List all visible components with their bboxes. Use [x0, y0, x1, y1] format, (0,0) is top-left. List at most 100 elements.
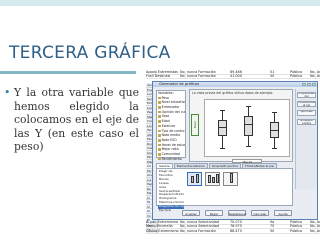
chart-canvas[interactable]: La vista previa del gráfico utiliza dato… — [189, 89, 293, 164]
table-cell: No, nunca Selectividad — [180, 224, 219, 229]
table-cell: No, Ani — [310, 74, 320, 79]
table-cell: Cecilia Extremismo — [146, 228, 179, 233]
table-cell: 88.475 — [230, 228, 242, 233]
table-cell: 51 — [270, 70, 275, 74]
dialog-button-3[interactable]: Cancelar — [251, 210, 269, 216]
thumb-box — [208, 175, 211, 183]
canvas-header: La vista previa del gráfico utiliza dato… — [192, 91, 273, 95]
slide-title: TERCERA GRÁFICA — [9, 43, 171, 63]
1d-boxplot-thumbnail[interactable] — [223, 172, 238, 186]
chart-builder-dialog: Generador de gráficos Variables: Peso Niv… — [152, 81, 318, 220]
dialog-button-0[interactable]: Aceptar — [182, 210, 200, 216]
y-axis-drop-zone[interactable]: Peso — [191, 114, 199, 136]
dialog-button-bar: Aceptar Pegar Restablecer Cancelar Ayuda — [177, 210, 297, 217]
boxplot-cap — [220, 110, 225, 111]
spss-screenshot: Apodo Extremistas No, nunca Formación 89.4… — [146, 70, 320, 240]
boxplot-median — [244, 124, 253, 125]
thumb-box — [230, 173, 233, 183]
dialog-title: Generador de gráficos — [159, 82, 200, 86]
dialog-button-1[interactable]: Pegar — [205, 210, 223, 216]
variables-list[interactable]: Variables: Peso Nivel educativo Entrenador… — [156, 90, 186, 161]
ruler-icon — [158, 148, 161, 151]
ruler-icon — [158, 101, 161, 105]
boxplot-cap — [272, 112, 277, 113]
table-cell: No, Ani — [310, 228, 320, 233]
thumb-box — [216, 174, 219, 183]
boxplot-cap — [272, 148, 277, 149]
thumb-box — [191, 176, 194, 183]
table-cell: 50 — [270, 228, 275, 233]
table-cell: No, nunca Formación — [180, 228, 216, 233]
gallery-panel: Elegir de: Favoritos Barras Líneas Área Sect… — [156, 168, 293, 212]
right-panel-button[interactable]: Grupos/ID puntos — [297, 119, 316, 125]
bullet-icon: • — [4, 86, 11, 99]
right-options-panel: Propiedades del elemento Títulos/Notas al… — [295, 89, 317, 189]
maximize-icon[interactable] — [307, 82, 311, 87]
table-cell: 70 — [270, 224, 275, 229]
table-cell: 89.486 — [230, 70, 242, 74]
table-cell: A. pel. Extremismo — [146, 219, 179, 224]
table-cell: Apodo Extremistas — [146, 70, 178, 74]
boxplot-thumbnails — [187, 172, 291, 202]
table-row: Cecilia Extremismo No, nunca Formación 88.… — [146, 229, 320, 234]
table-cell: Pública — [290, 74, 303, 79]
ruler-icon — [158, 106, 161, 109]
table-cell: No, Ani — [310, 219, 320, 224]
boxplot-cap — [246, 146, 251, 147]
table-cell: No, nunca Formación — [180, 74, 216, 79]
thumb-box — [196, 174, 199, 183]
table-cell: No, Ani — [310, 70, 320, 74]
dialog-button-4[interactable]: Ayuda — [274, 210, 292, 216]
variable-item[interactable]: Rendimiento — [157, 157, 185, 162]
minimize-icon[interactable] — [302, 82, 306, 87]
ruler-icon — [158, 157, 161, 161]
table-cell: 9a — [270, 219, 275, 224]
right-panel-button[interactable]: Títulos/Notas al pie — [297, 101, 316, 107]
ruler-icon — [158, 110, 161, 114]
slide-body: • Y la otra variable que hemos elegido l… — [4, 86, 139, 154]
ruler-icon — [158, 124, 161, 128]
table-cell: Mario Piccerella — [146, 224, 173, 229]
table-cell: 41.000 — [230, 74, 242, 79]
ruler-icon — [158, 143, 161, 147]
ruler-icon — [158, 134, 161, 137]
data-view-top-rows: Apodo Extremistas No, nunca Formación 89.4… — [146, 70, 320, 79]
top-accent-stripe — [0, 0, 320, 6]
close-icon[interactable] — [312, 82, 316, 87]
table-cell: No, nunca Selectividad — [180, 219, 219, 224]
ruler-icon — [158, 115, 161, 119]
right-panel-button[interactable]: Opciones — [297, 110, 316, 116]
data-view-bottom-rows: A. pel. Extremismo No, nunca Selectividad… — [146, 220, 320, 234]
right-panel-button[interactable]: Propiedades del elemento — [297, 92, 316, 98]
table-cell: No, Ani — [310, 224, 320, 229]
table-row: Fusil Destinesi No, nunca Formación 41.000… — [146, 74, 320, 79]
title-underline — [0, 71, 136, 74]
dialog-button-2[interactable]: Restablecer — [228, 210, 247, 216]
ruler-icon — [158, 138, 161, 142]
ruler-icon — [158, 129, 161, 133]
boxplot-box — [244, 116, 253, 136]
presentation-slide: TERCERA GRÁFICA • Y la otra variable que… — [0, 0, 320, 240]
boxplot-cap — [220, 148, 225, 149]
table-cell: Fusil Destinesi — [146, 74, 171, 79]
variable-label: Rendimiento — [161, 156, 182, 161]
clustered-boxplot-thumbnail[interactable] — [205, 172, 220, 186]
table-cell: Pública — [290, 228, 303, 233]
ruler-icon — [158, 152, 161, 156]
table-cell: 70.070 — [230, 219, 242, 224]
dialog-titlebar: Generador de gráficos — [153, 82, 317, 87]
table-cell: Pública — [290, 219, 303, 224]
boxplot-median — [218, 127, 227, 128]
simple-boxplot-thumbnail[interactable] — [187, 172, 202, 186]
thumb-box — [212, 177, 215, 183]
chart-type-list[interactable]: Elegir de: Favoritos Barras Líneas Área Sect… — [158, 170, 184, 212]
boxplot-median — [270, 130, 279, 131]
chart-type-items: Favoritos Barras Líneas Área Sectores/Polar D… — [158, 174, 184, 213]
table-cell: Pública — [290, 70, 303, 74]
ruler-icon — [158, 120, 161, 123]
ruler-icon — [158, 96, 161, 100]
table-cell: 76.975 — [230, 224, 242, 229]
boxplot-cap — [246, 106, 251, 107]
boxplot-preview — [204, 99, 290, 157]
table-cell: No, nunca Formación — [180, 70, 216, 74]
